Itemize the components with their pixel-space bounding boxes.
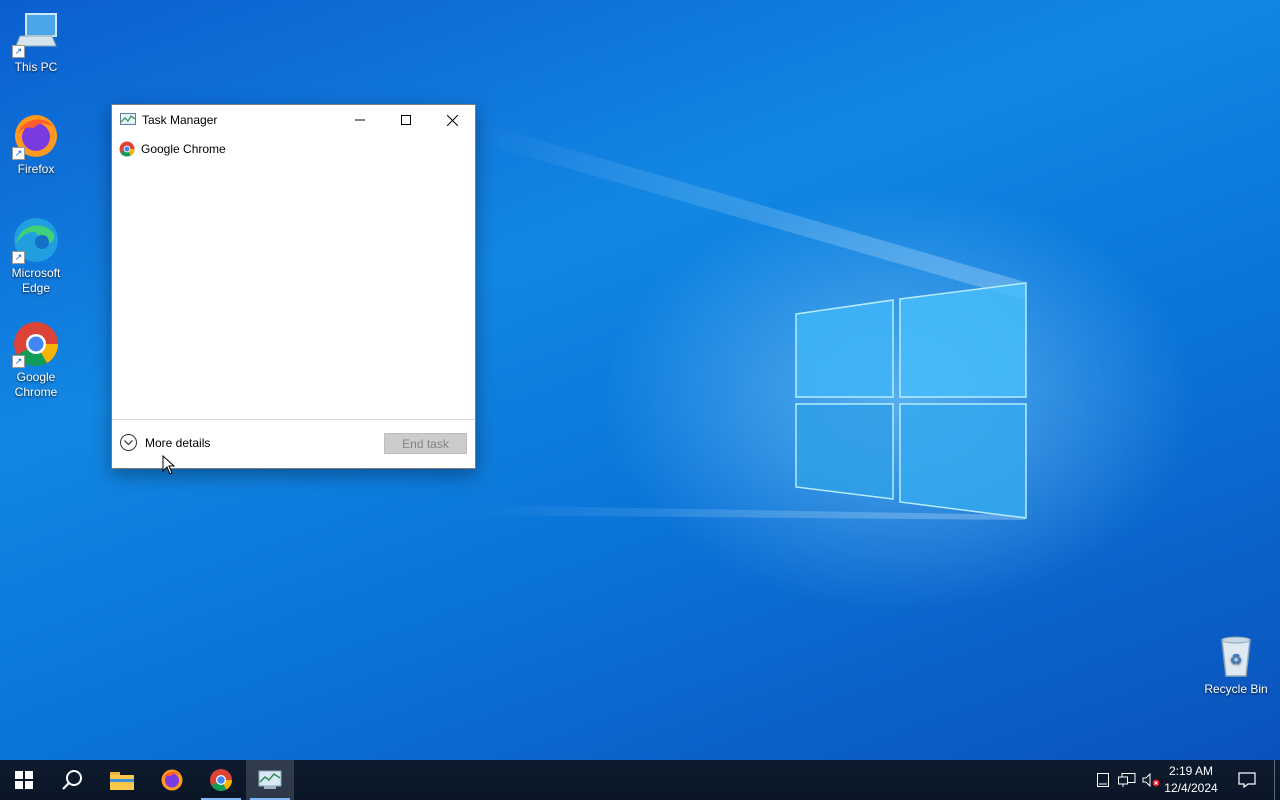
chrome-icon: ↗ <box>12 320 60 368</box>
desktop-icon-label: Recycle Bin <box>1204 682 1268 696</box>
taskbar: 2:19 AM 12/4/2024 <box>0 760 1280 800</box>
desktop-icon-label: Chrome <box>14 385 58 399</box>
taskbar-file-explorer[interactable] <box>98 760 146 800</box>
firefox-icon: ↗ <box>12 112 60 160</box>
desktop-icon-label: Firefox <box>17 162 55 176</box>
recycle-bin-icon: ♻ <box>1212 632 1260 680</box>
shortcut-arrow-icon: ↗ <box>12 251 25 264</box>
shortcut-arrow-icon: ↗ <box>12 147 25 160</box>
more-details-button[interactable]: More details <box>120 434 210 451</box>
action-center-button[interactable] <box>1228 760 1266 800</box>
tray-notes[interactable] <box>1094 760 1112 800</box>
minimize-button[interactable] <box>337 105 383 135</box>
chrome-icon <box>119 141 135 157</box>
volume-muted-icon <box>1142 773 1160 787</box>
chrome-icon <box>210 769 232 791</box>
maximize-button[interactable] <box>383 105 429 135</box>
edge-icon: ↗ <box>12 216 60 264</box>
taskbar-firefox[interactable] <box>148 760 196 800</box>
mouse-cursor-icon <box>162 455 176 475</box>
close-icon <box>446 114 458 126</box>
maximize-icon <box>401 115 411 125</box>
chevron-down-icon <box>120 434 137 451</box>
minimize-icon <box>355 119 365 121</box>
desktop-icon-label: Google <box>16 370 56 384</box>
notification-icon <box>1238 772 1256 788</box>
computer-icon: ↗ <box>12 10 60 58</box>
process-row[interactable]: Google Chrome <box>112 135 475 163</box>
window-title: Task Manager <box>142 113 218 127</box>
desktop-icon-label: Microsoft <box>11 266 61 280</box>
desktop-icon-label: Edge <box>21 281 51 295</box>
clock-date: 12/4/2024 <box>1164 781 1218 795</box>
taskbar-clock[interactable]: 2:19 AM 12/4/2024 <box>1160 763 1222 797</box>
desktop-icon-recycle-bin[interactable]: ♻ Recycle Bin <box>1200 632 1272 697</box>
desktop-icon-label: This PC <box>14 60 58 74</box>
taskbar-chrome[interactable] <box>197 760 245 800</box>
windows-logo-wallpaper <box>795 282 1027 519</box>
network-icon <box>1118 773 1136 787</box>
start-icon <box>15 771 33 789</box>
desktop-icon-chrome[interactable]: ↗ Google Chrome <box>0 320 72 400</box>
search-button[interactable] <box>48 760 96 800</box>
search-icon <box>62 770 82 790</box>
desktop-icon-this-pc[interactable]: ↗ This PC <box>0 10 72 75</box>
tray-volume[interactable] <box>1140 760 1162 800</box>
task-manager-icon <box>258 770 282 789</box>
notes-icon <box>1097 773 1109 787</box>
title-bar[interactable]: Task Manager <box>112 105 475 135</box>
clock-time: 2:19 AM <box>1168 764 1214 778</box>
task-manager-icon <box>120 113 136 125</box>
shortcut-arrow-icon: ↗ <box>12 45 25 58</box>
tray-network[interactable] <box>1116 760 1138 800</box>
close-button[interactable] <box>429 105 475 135</box>
firefox-icon <box>161 769 183 791</box>
show-desktop-button[interactable] <box>1274 760 1280 800</box>
process-name: Google Chrome <box>141 142 226 156</box>
desktop-icon-edge[interactable]: ↗ Microsoft Edge <box>0 216 72 296</box>
task-manager-window[interactable]: Task Manager Google Chrome More details … <box>111 104 476 469</box>
shortcut-arrow-icon: ↗ <box>12 355 25 368</box>
more-details-label: More details <box>145 435 211 450</box>
desktop-icon-firefox[interactable]: ↗ Firefox <box>0 112 72 177</box>
svg-text:♻: ♻ <box>1230 652 1243 668</box>
taskbar-task-manager[interactable] <box>246 760 294 800</box>
end-task-button[interactable]: End task <box>384 433 467 454</box>
start-button[interactable] <box>0 760 48 800</box>
file-explorer-icon <box>110 772 134 790</box>
